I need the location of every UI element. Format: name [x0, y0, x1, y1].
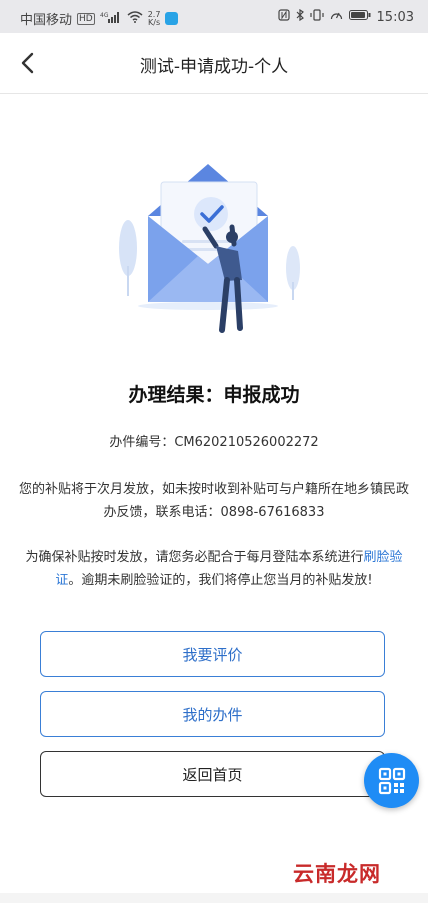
- bluetooth-icon: [296, 8, 304, 25]
- vibrate-icon: [309, 9, 324, 25]
- verification-notice-prefix: 为确保补贴按时发放，请您务必配合于每月登陆本系统进行: [25, 550, 364, 565]
- hd-badge: HD: [77, 12, 95, 25]
- home-button-label: 返回首页: [182, 765, 243, 784]
- app-notification-icon: [165, 12, 179, 25]
- carrier-label: 中国移动: [20, 13, 73, 28]
- clock-time: 15:03: [376, 9, 414, 25]
- status-bar: 中国移动 HD 4G 2.7 K/s 15:03: [0, 0, 428, 33]
- battery-icon: [348, 9, 371, 25]
- page-title: 测试-申请成功-个人: [139, 57, 289, 77]
- net-speed-unit: K/s: [148, 17, 161, 27]
- qr-code-icon: [378, 767, 405, 794]
- case-number-value: CM620210526002272: [174, 435, 319, 450]
- evaluate-button[interactable]: 我要评价: [40, 631, 385, 677]
- my-cases-button[interactable]: 我的办件: [40, 691, 385, 737]
- payout-notice: 您的补贴将于次月发放，如未按时收到补贴可与户籍所在地乡镇民政办反馈，联系电话：0…: [16, 478, 412, 524]
- nfc-icon: [277, 9, 290, 25]
- payout-notice-text: 您的补贴将于次月发放，如未按时收到补贴可与户籍所在地乡镇民政办反馈，联系电话：: [18, 482, 409, 520]
- wifi-icon: [127, 10, 143, 27]
- verification-notice-suffix: 。逾期未刷脸验证的，我们将停止您当月的补贴发放!: [68, 573, 373, 588]
- network-type: 4G: [100, 12, 109, 19]
- status-right: 15:03: [277, 8, 414, 25]
- home-button[interactable]: 返回首页: [40, 751, 385, 797]
- result-title: 办理结果：申报成功: [128, 384, 300, 406]
- evaluate-button-label: 我要评价: [182, 645, 243, 664]
- signal-icon: 4G: [100, 11, 122, 27]
- qr-code-button[interactable]: [364, 753, 419, 808]
- case-number-line: 办件编号：CM620210526002272: [0, 431, 428, 450]
- envelope-success-icon: [108, 156, 308, 336]
- net-speed: 2.7 K/s: [148, 10, 161, 27]
- contact-phone: 0898-67616833: [220, 505, 325, 520]
- verification-notice: 为确保补贴按时发放，请您务必配合于每月登陆本系统进行刷脸验证。逾期未刷脸验证的，…: [16, 546, 412, 592]
- bottom-strip: [0, 893, 428, 903]
- watermark-logo: 云南龙网: [293, 861, 381, 886]
- my-cases-button-label: 我的办件: [182, 705, 243, 724]
- case-number-label: 办件编号：: [109, 435, 175, 450]
- gauge-icon: [330, 9, 343, 25]
- nav-bar: 测试-申请成功-个人: [0, 33, 428, 94]
- status-left: 中国移动 HD 4G 2.7 K/s: [20, 9, 179, 28]
